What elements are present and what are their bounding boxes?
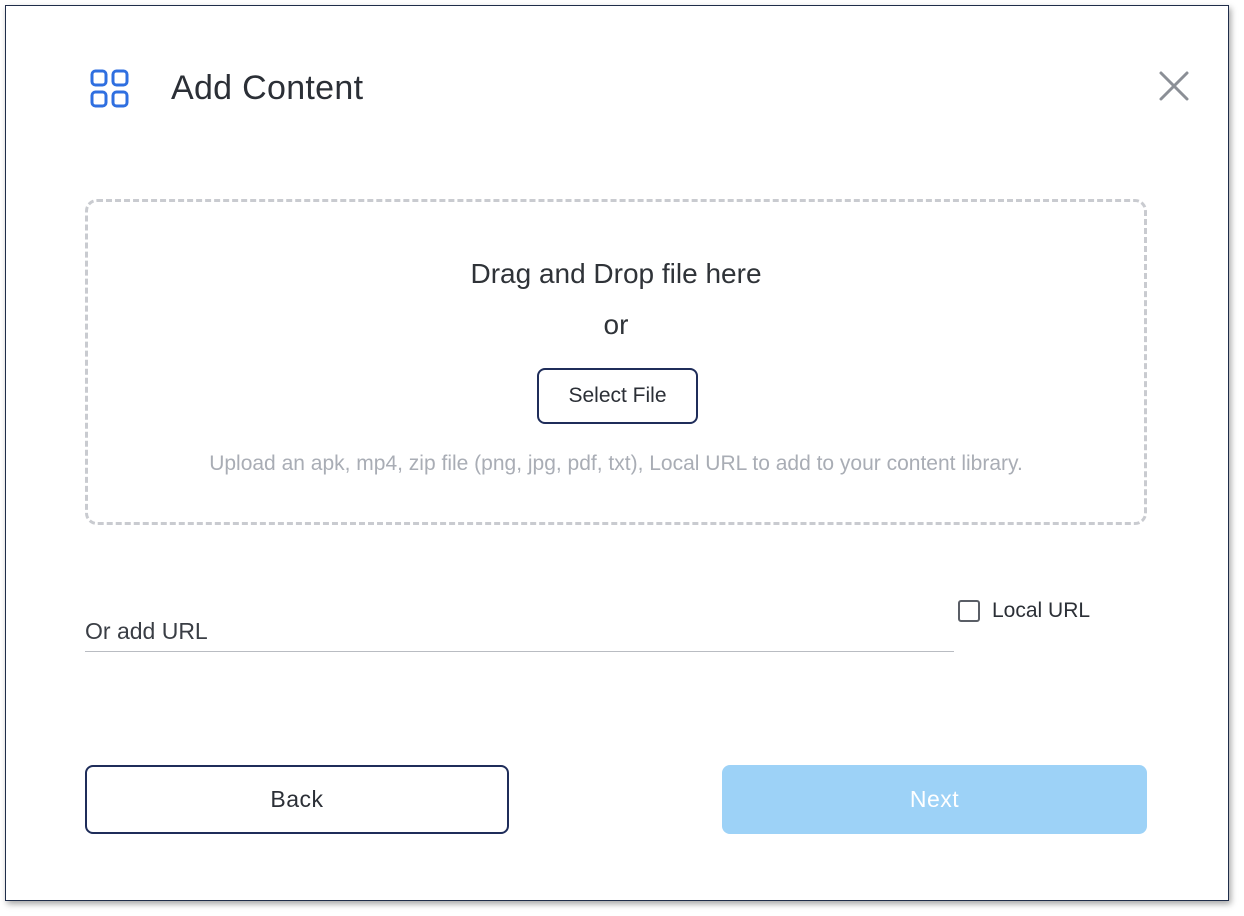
dropzone-title: Drag and Drop file here — [470, 258, 762, 289]
select-file-button[interactable]: Select File — [537, 368, 698, 424]
back-button[interactable]: Back — [85, 765, 509, 834]
add-content-dialog: Add Content Drag and Drop file here or S… — [5, 5, 1229, 901]
dialog-title: Add Content — [171, 69, 364, 107]
dropzone-or-text: or — [603, 309, 629, 340]
local-url-checkbox[interactable] — [958, 600, 980, 622]
next-button[interactable]: Next — [722, 765, 1147, 834]
url-input[interactable] — [85, 612, 954, 652]
local-url-checkbox-row[interactable]: Local URL — [958, 596, 1090, 626]
local-url-label: Local URL — [992, 599, 1091, 622]
dropzone-hint: Upload an apk, mp4, zip file (png, jpg, … — [209, 452, 1023, 475]
file-dropzone[interactable]: Drag and Drop file here or Select File U… — [85, 199, 1147, 525]
grid-icon — [90, 69, 129, 108]
close-icon[interactable] — [1156, 68, 1192, 104]
